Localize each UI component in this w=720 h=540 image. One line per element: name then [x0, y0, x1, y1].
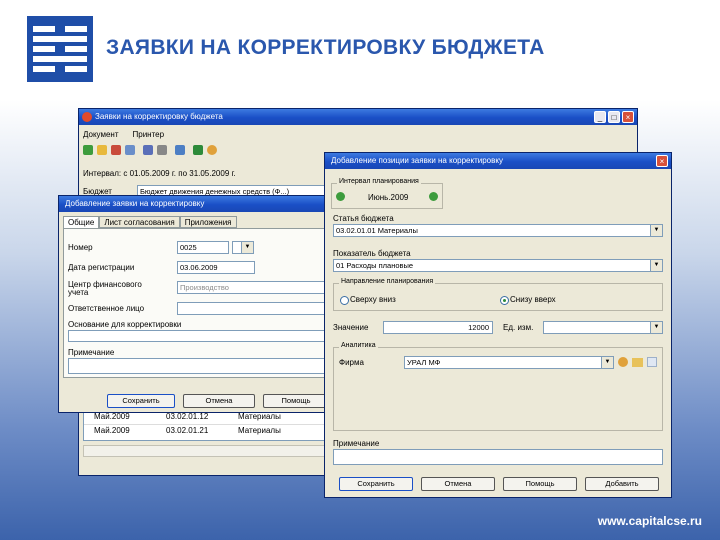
reason-field[interactable] — [68, 330, 326, 342]
minimize-icon[interactable]: _ — [594, 111, 606, 123]
direction-top-down-label: Сверху вниз — [350, 295, 396, 304]
article-label: Статья бюджета — [333, 214, 394, 223]
add-position-dialog: Добавление позиции заявки на корректиров… — [324, 152, 672, 498]
position-note-field[interactable] — [333, 449, 663, 465]
value-field[interactable]: 12000 — [383, 321, 493, 334]
clear-icon[interactable] — [647, 357, 657, 367]
direction-bottom-up-label: Снизу вверх — [510, 295, 556, 304]
delete-icon[interactable] — [111, 145, 121, 155]
row-date: 03.02.01.21 — [166, 426, 209, 435]
pick-icon[interactable] — [618, 357, 628, 367]
print-icon[interactable] — [157, 145, 167, 155]
direction-radio-top-down[interactable] — [340, 296, 349, 305]
horizontal-scrollbar[interactable] — [83, 445, 331, 457]
save-icon[interactable] — [143, 145, 153, 155]
table-row[interactable]: Май.2009 03.02.01.12 Материалы — [84, 411, 328, 425]
date-label: Дата регистрации — [68, 263, 135, 272]
center-field[interactable]: Производство — [177, 281, 327, 294]
request-cancel-button[interactable]: Отмена — [183, 394, 255, 408]
analytics-group: Аналитика Фирма УРАЛ МФ ▼ — [333, 342, 663, 431]
direction-group: Направление планирования Сверху вниз Сни… — [333, 278, 663, 311]
folder-icon[interactable] — [632, 358, 643, 367]
chevron-down-icon[interactable]: ▼ — [241, 242, 253, 253]
position-note-label: Примечание — [333, 439, 380, 448]
check-icon[interactable] — [193, 145, 203, 155]
close-icon[interactable]: × — [622, 111, 634, 123]
analytics-group-caption: Аналитика — [339, 342, 378, 349]
menu-bar: Документ Принтер — [83, 130, 164, 142]
tab-approval-sheet[interactable]: Лист согласования — [99, 216, 180, 228]
row-period: Май.2009 — [94, 426, 130, 435]
period-group: Интервал планирования Июнь.2009 — [331, 178, 443, 209]
chevron-down-icon[interactable]: ▼ — [601, 357, 613, 368]
direction-radio-bottom-up[interactable] — [500, 296, 509, 305]
add-icon[interactable] — [83, 145, 93, 155]
add-position-title: Добавление позиции заявки на корректиров… — [331, 156, 503, 165]
tab-attachments[interactable]: Приложения — [179, 216, 237, 228]
add-request-titlebar[interactable]: Добавление заявки на корректировку — [59, 196, 333, 212]
tab-strip: Общие Лист согласования Приложения — [63, 216, 237, 228]
footer-url: www.capitalcse.ru — [597, 514, 702, 528]
position-save-button[interactable]: Сохранить — [339, 477, 413, 491]
reason-label: Основание для корректировки — [68, 320, 182, 329]
menu-item-printer[interactable]: Принтер — [133, 130, 165, 142]
firm-label: Фирма — [339, 358, 364, 367]
period-value: Июнь.2009 — [368, 193, 409, 202]
unit-select[interactable]: ▼ — [543, 321, 663, 334]
article-select[interactable]: 03.02.01.01 Материалы ▼ — [333, 224, 663, 237]
position-add-button[interactable]: Добавить — [585, 477, 659, 491]
row-period: Май.2009 — [94, 412, 130, 421]
close-icon[interactable]: × — [656, 155, 668, 167]
radio-selected-dot — [503, 299, 506, 302]
row-date: 03.02.01.12 — [166, 412, 209, 421]
chevron-down-icon[interactable]: ▼ — [650, 260, 662, 271]
chevron-down-icon[interactable]: ▼ — [650, 322, 662, 333]
company-logo — [27, 16, 93, 82]
main-window-title: Заявки на корректировку бюджета — [95, 112, 223, 121]
row-account: Материалы — [238, 412, 281, 421]
position-cancel-button[interactable]: Отмена — [421, 477, 495, 491]
tab-panel: Номер 0025 ▼ Дата регистрации 03.06.2009… — [63, 228, 329, 378]
menu-item-document[interactable]: Документ — [83, 130, 119, 142]
date-field[interactable]: 03.06.2009 — [177, 261, 255, 274]
chevron-down-icon[interactable]: ▼ — [650, 225, 662, 236]
request-note-label: Примечание — [68, 348, 115, 357]
add-position-titlebar[interactable]: Добавление позиции заявки на корректиров… — [325, 153, 671, 169]
number-field[interactable]: 0025 — [177, 241, 229, 254]
position-help-button[interactable]: Помощь — [503, 477, 577, 491]
row-account: Материалы — [238, 426, 281, 435]
add-request-dialog: Добавление заявки на корректировку Общие… — [58, 195, 334, 413]
indicator-select[interactable]: 01 Расходы плановые ▼ — [333, 259, 663, 272]
period-label: Интервал: с 01.05.2009 г. по 31.05.2009 … — [83, 169, 236, 178]
help-icon[interactable] — [207, 145, 217, 155]
table-row[interactable]: Май.2009 03.02.01.21 Материалы — [84, 425, 328, 438]
value-label: Значение — [333, 323, 369, 332]
tab-general[interactable]: Общие — [63, 216, 100, 228]
request-help-button[interactable]: Помощь — [263, 394, 329, 408]
request-save-button[interactable]: Сохранить — [107, 394, 175, 408]
copy-icon[interactable] — [125, 145, 135, 155]
maximize-icon[interactable]: □ — [608, 111, 620, 123]
requests-table: Май.2009 03.02.01.12 Материалы Май.2009 … — [83, 409, 331, 441]
responsible-field[interactable] — [177, 302, 327, 315]
main-window-titlebar[interactable]: Заявки на корректировку бюджета _ □ × — [79, 109, 637, 125]
slide-title: ЗАЯВКИ НА КОРРЕКТИРОВКУ БЮДЖЕТА — [106, 36, 545, 59]
indicator-label: Показатель бюджета — [333, 249, 411, 258]
request-note-field[interactable] — [68, 358, 326, 374]
unit-label: Ед. изм. — [503, 323, 534, 332]
next-period-icon[interactable] — [429, 192, 438, 201]
number-type-select[interactable]: ▼ — [232, 241, 254, 254]
prev-period-icon[interactable] — [336, 192, 345, 201]
firm-select[interactable]: УРАЛ МФ ▼ — [404, 356, 614, 369]
number-label: Номер — [68, 243, 93, 252]
edit-icon[interactable] — [97, 145, 107, 155]
filter-icon[interactable] — [175, 145, 185, 155]
responsible-label: Ответственное лицо — [68, 304, 145, 313]
direction-group-caption: Направление планирования — [339, 278, 436, 285]
add-request-title: Добавление заявки на корректировку — [65, 199, 205, 208]
toolbar — [83, 145, 283, 159]
app-icon — [82, 112, 92, 122]
center-label: Центр финансового учета — [68, 280, 142, 297]
period-group-caption: Интервал планирования — [337, 178, 421, 185]
